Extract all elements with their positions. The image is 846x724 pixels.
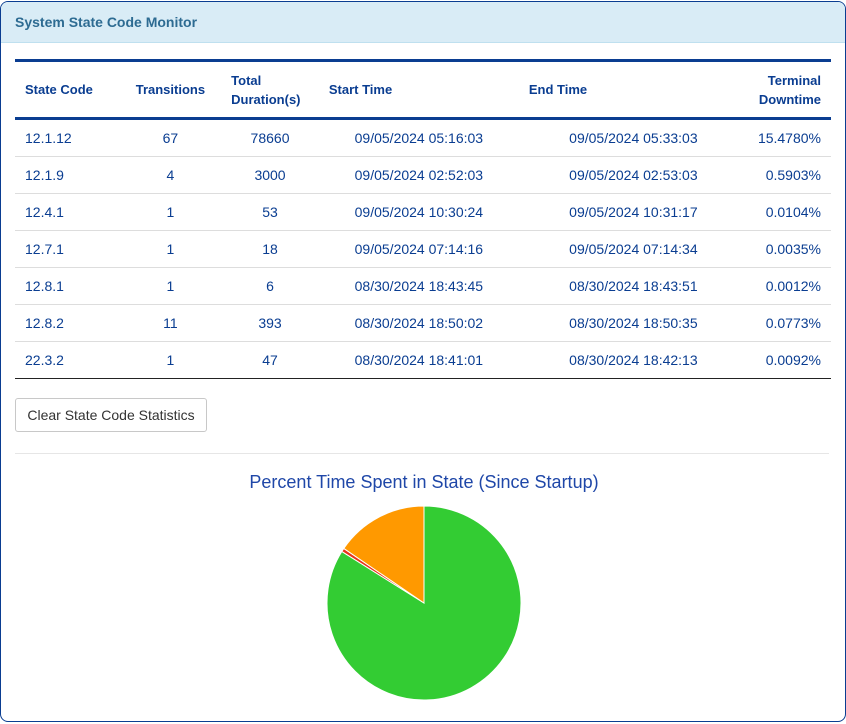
- cell-end-time: 09/05/2024 07:14:34: [518, 230, 748, 268]
- cell-state-code: 12.7.1: [15, 230, 120, 268]
- table-row: 12.4.1 1 53 09/05/2024 10:30:24 09/05/2024 1…: [15, 193, 831, 231]
- cell-total-duration: 393: [221, 304, 319, 342]
- cell-state-code: 12.4.1: [15, 193, 120, 231]
- cell-state-code: 12.8.2: [15, 304, 120, 342]
- cell-start-time: 08/30/2024 18:41:01: [318, 341, 519, 379]
- cell-end-time: 08/30/2024 18:50:35: [518, 304, 748, 342]
- cell-total-duration: 78660: [250, 130, 290, 146]
- cell-terminal-downtime: 0.0773%: [747, 304, 831, 342]
- table-row: 12.1.9 4 3000 09/05/2024 02:52:03 09/05/2024…: [15, 156, 831, 194]
- clear-statistics-button[interactable]: Clear State Code Statistics: [15, 398, 207, 432]
- state-code-table: State Code Transitions Total Duration(s)…: [15, 59, 831, 379]
- cell-end-time: 08/30/2024 18:42:13: [518, 341, 748, 379]
- cell-total-duration: 3000: [221, 156, 319, 194]
- header-terminal-downtime: Terminal Downtime: [758, 72, 821, 107]
- cell-transitions: 1: [119, 267, 222, 305]
- cell-state-code: 22.3.2: [15, 341, 120, 379]
- state-code-monitor-panel: System State Code Monitor State Code Tra…: [0, 1, 846, 722]
- cell-terminal-downtime: 0.0092%: [747, 341, 831, 379]
- cell-end-time: 08/30/2024 18:43:51: [518, 267, 748, 305]
- table-row: 12.7.1 1 18 09/05/2024 07:14:16 09/05/2024 0…: [15, 230, 831, 268]
- cell-transitions: 1: [119, 341, 222, 379]
- table-row: 12.8.2 11 393 08/30/2024 18:50:02 08/30/2024…: [15, 304, 831, 342]
- cell-state-code: 12.8.1: [15, 267, 120, 305]
- header-transitions: Transitions: [135, 82, 206, 97]
- table-row: 22.3.2 1 47 08/30/2024 18:41:01 08/30/2024 1…: [15, 341, 831, 379]
- cell-start-time: 08/30/2024 18:50:02: [318, 304, 519, 342]
- table-row: 12.8.1 1 6 08/30/2024 18:43:45 08/30/2024 18…: [15, 267, 831, 305]
- cell-end-time: 09/05/2024 02:53:03: [518, 156, 748, 194]
- cell-terminal-downtime: 0.0035%: [747, 230, 831, 268]
- cell-terminal-downtime: 0.0104%: [747, 193, 831, 231]
- cell-start-time: 08/30/2024 18:43:45: [318, 267, 519, 305]
- cell-start-time: 09/05/2024 10:30:24: [318, 193, 519, 231]
- header-start-time: Start Time: [328, 82, 393, 97]
- cell-total-duration: 18: [221, 230, 319, 268]
- cell-transitions: 67: [162, 130, 179, 146]
- chart-title: Percent Time Spent in State (Since Start…: [249, 472, 599, 492]
- table-body: 12.1.12 67 78660 09/05/2024 05:16:03 09/05/2…: [15, 119, 831, 379]
- cell-transitions: 4: [119, 156, 222, 194]
- cell-total-duration: 53: [221, 193, 319, 231]
- table-row: 12.1.12 67 78660 09/05/2024 05:16:03 09/05/2…: [15, 119, 831, 157]
- cell-total-duration: 47: [221, 341, 319, 379]
- cell-start-time: 09/05/2024 07:14:16: [318, 230, 519, 268]
- cell-total-duration: 6: [221, 267, 319, 305]
- cell-state-code: 12.1.9: [15, 156, 120, 194]
- panel-header: System State Code Monitor: [1, 2, 845, 43]
- header-end-time: End Time: [528, 82, 588, 97]
- cell-transitions: 11: [119, 304, 222, 342]
- cell-terminal-downtime: 0.0012%: [747, 267, 831, 305]
- cell-terminal-downtime: 15.4780%: [757, 130, 821, 146]
- cell-state-code: 12.1.12: [25, 130, 72, 146]
- header-total-duration: Total Duration(s): [231, 72, 301, 107]
- cell-transitions: 1: [119, 230, 222, 268]
- cell-start-time: 09/05/2024 05:16:03: [354, 130, 484, 146]
- panel-title: System State Code Monitor: [15, 14, 198, 30]
- header-state-code: State Code: [25, 82, 93, 97]
- cell-transitions: 1: [119, 193, 222, 231]
- section-divider: [15, 453, 829, 454]
- cell-end-time: 09/05/2024 10:31:17: [518, 193, 748, 231]
- cell-start-time: 09/05/2024 02:52:03: [318, 156, 519, 194]
- cell-end-time: 09/05/2024 05:33:03: [569, 130, 698, 146]
- pie-chart: [326, 505, 522, 701]
- table-header-row: State Code Transitions Total Duration(s)…: [15, 60, 831, 119]
- cell-terminal-downtime: 0.5903%: [747, 156, 831, 194]
